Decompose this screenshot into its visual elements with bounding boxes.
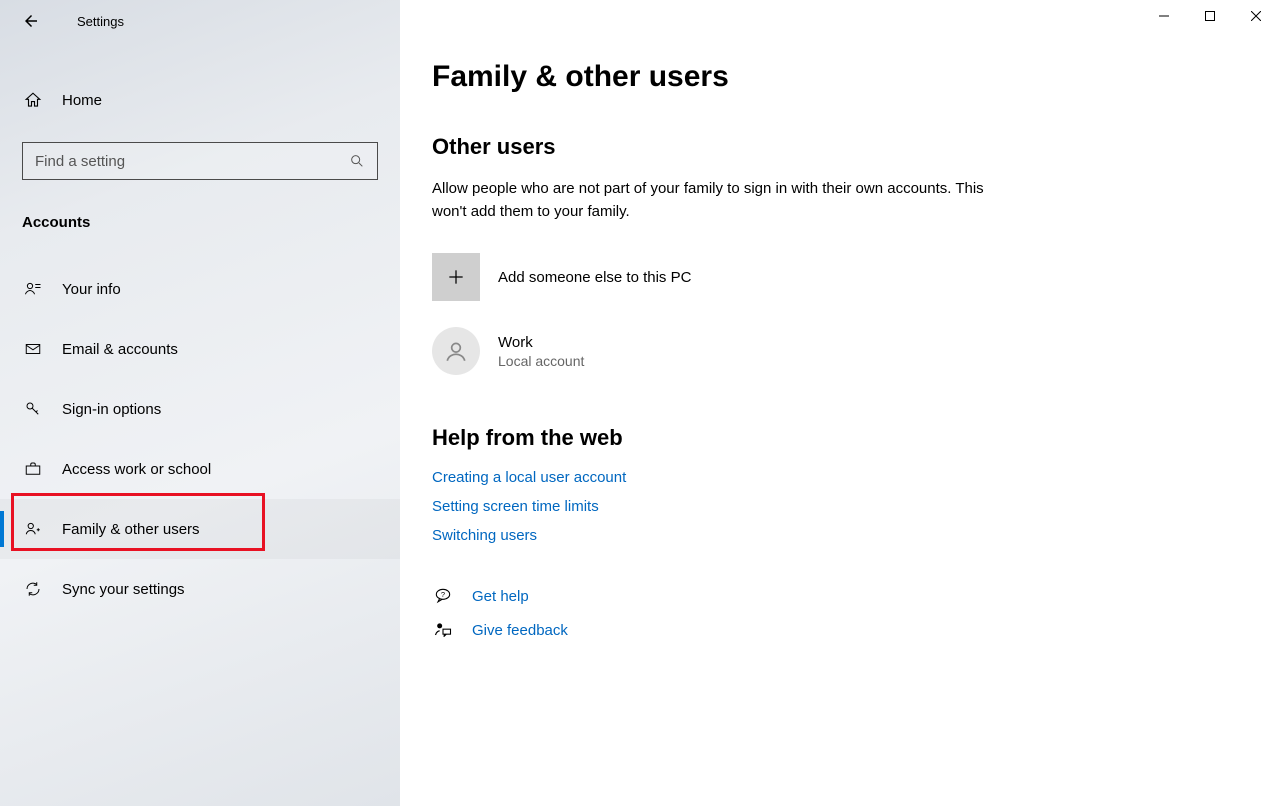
help-link-screen-time[interactable]: Setting screen time limits [432,498,1231,515]
sidebar-item-sync[interactable]: Sync your settings [0,559,400,619]
add-user-label: Add someone else to this PC [498,269,691,286]
page-title: Family & other users [432,60,1231,94]
search-icon [349,153,365,169]
window-controls [1141,0,1279,32]
mail-icon [22,340,44,358]
sidebar-item-label: Sync your settings [62,581,185,598]
help-bubble-icon: ? [432,586,454,606]
user-info-icon [22,280,44,298]
sidebar-item-work[interactable]: Access work or school [0,439,400,499]
sidebar-item-label: Sign-in options [62,401,161,418]
key-icon [22,400,44,418]
give-feedback-row[interactable]: Give feedback [432,620,1231,640]
minimize-button[interactable] [1141,0,1187,32]
maximize-icon [1205,11,1215,21]
sidebar-item-label: Family & other users [62,521,200,538]
get-help-row[interactable]: ? Get help [432,586,1231,606]
people-add-icon [22,520,44,538]
sidebar-item-your-info[interactable]: Your info [0,259,400,319]
main-panel: Family & other users Other users Allow p… [400,0,1279,806]
plus-icon [432,253,480,301]
give-feedback-link[interactable]: Give feedback [472,622,568,639]
titlebar: Settings [0,0,400,42]
sidebar-nav: Your info Email & accounts Sign-in optio… [0,259,400,619]
back-button[interactable] [20,10,42,32]
close-icon [1251,11,1261,21]
sidebar-item-label: Your info [62,281,121,298]
avatar-icon [432,327,480,375]
sidebar-section-title: Accounts [22,214,378,231]
home-label: Home [62,92,102,109]
app-title: Settings [77,14,124,29]
sidebar-item-label: Access work or school [62,461,211,478]
user-type: Local account [498,353,584,369]
briefcase-icon [22,460,44,478]
close-button[interactable] [1233,0,1279,32]
user-name: Work [498,334,584,351]
sidebar-item-email[interactable]: Email & accounts [0,319,400,379]
other-users-heading: Other users [432,134,1231,160]
svg-text:?: ? [441,590,445,599]
arrow-left-icon [22,12,40,30]
get-help-link[interactable]: Get help [472,588,529,605]
maximize-button[interactable] [1187,0,1233,32]
minimize-icon [1159,11,1169,21]
home-icon [22,91,44,109]
help-link-local-account[interactable]: Creating a local user account [432,469,1231,486]
help-link-switching-users[interactable]: Switching users [432,527,1231,544]
sidebar-item-family[interactable]: Family & other users [0,499,400,559]
sidebar-item-label: Email & accounts [62,341,178,358]
help-heading: Help from the web [432,425,1231,451]
feedback-icon [432,620,454,640]
sidebar-item-signin[interactable]: Sign-in options [0,379,400,439]
search-input[interactable] [35,153,349,170]
user-account-row[interactable]: Work Local account [432,327,1231,375]
sidebar: Settings Home Accounts Your info Email &… [0,0,400,806]
search-box[interactable] [22,142,378,180]
home-nav[interactable]: Home [0,72,400,128]
sync-icon [22,580,44,598]
other-users-description: Allow people who are not part of your fa… [432,178,992,223]
add-user-button[interactable]: Add someone else to this PC [432,253,1231,301]
